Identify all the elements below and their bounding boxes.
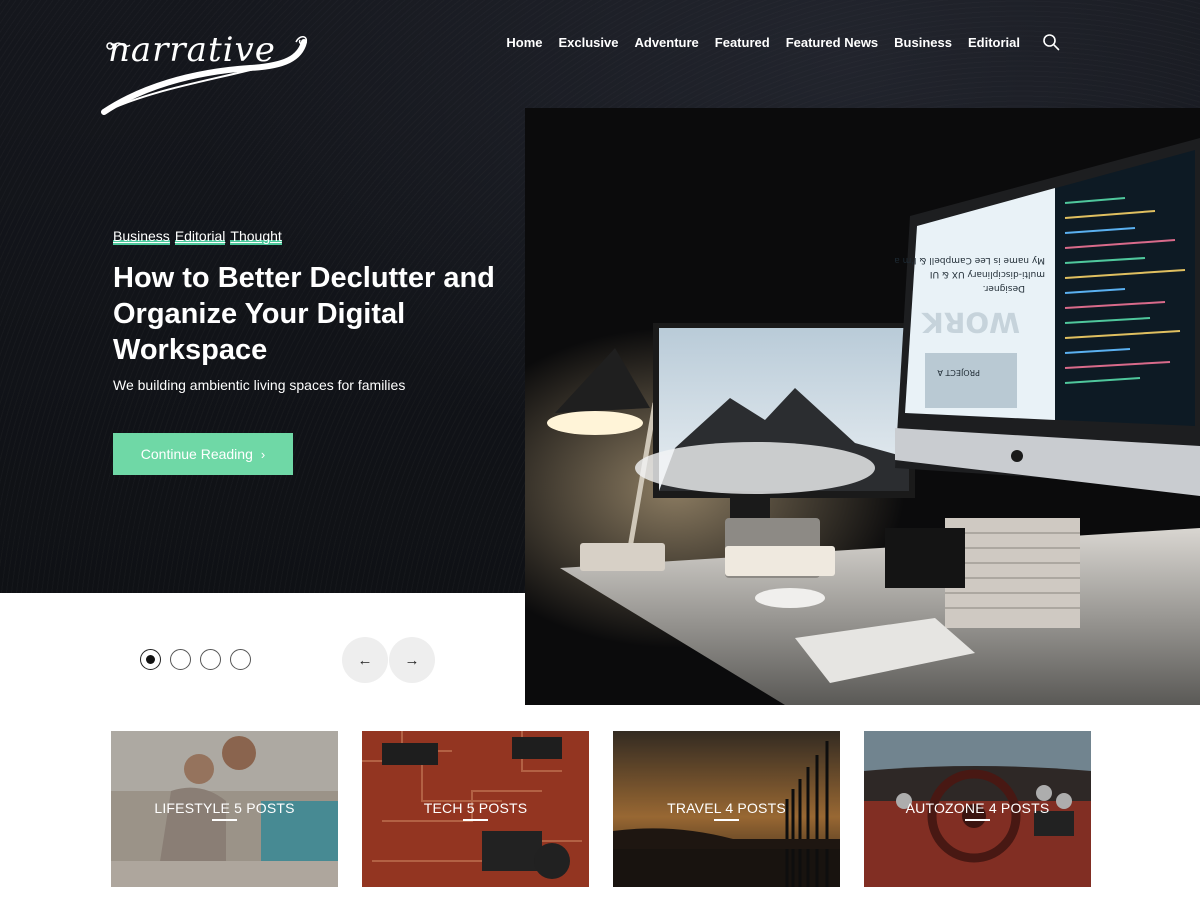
category-cards: LIFESTYLE 5 POSTS TECH 5 POSTS TRAVEL 4 …: [111, 731, 1091, 887]
monitor-text-line2: multi-disciplinary UX & UI: [930, 269, 1045, 279]
hero-image[interactable]: My name is Lee Campbell & I'm a multi-di…: [525, 108, 1200, 705]
slider-dot-3[interactable]: [200, 649, 221, 670]
chevron-right-icon: ›: [260, 446, 266, 462]
slider-next-button[interactable]: →: [389, 637, 435, 683]
nav-item-exclusive[interactable]: Exclusive: [558, 35, 618, 50]
nav-item-adventure[interactable]: Adventure: [634, 35, 698, 50]
desk-speaker: [885, 528, 965, 588]
hero-categories: Business Editorial Thought: [113, 228, 282, 245]
arrow-left-icon: ←: [357, 651, 373, 669]
category-card-tech[interactable]: TECH 5 POSTS: [362, 731, 589, 887]
monitor-text-line1: My name is Lee Campbell & I'm a: [894, 255, 1045, 265]
category-card-divider: [212, 819, 237, 821]
category-link-thought[interactable]: Thought: [230, 228, 282, 245]
monitor-text-project: PROJECT A: [937, 368, 980, 377]
slider-dot-2[interactable]: [170, 649, 191, 670]
category-card-label: LIFESTYLE 5 POSTS: [154, 800, 295, 816]
continue-reading-button[interactable]: Continue Reading ›: [113, 433, 293, 475]
category-link-editorial[interactable]: Editorial: [174, 228, 226, 245]
logo-wordmark: narrative: [108, 30, 276, 70]
main-nav: Home Exclusive Adventure Featured Featur…: [490, 33, 1060, 51]
search-icon[interactable]: [1042, 33, 1060, 51]
hero-title[interactable]: How to Better Declutter and Organize You…: [113, 260, 513, 368]
category-card-label: TRAVEL 4 POSTS: [667, 800, 786, 816]
monitor-text-line3: Designer.: [983, 283, 1025, 293]
monitor-text-big: WORK: [921, 306, 1020, 339]
category-card-divider: [714, 819, 739, 821]
category-card-travel[interactable]: TRAVEL 4 POSTS: [613, 731, 840, 887]
site-logo[interactable]: narrative: [100, 28, 315, 118]
category-card-label: AUTOZONE 4 POSTS: [905, 800, 1050, 816]
category-card-label: TECH 5 POSTS: [423, 800, 528, 816]
slider-dot-1[interactable]: [140, 649, 161, 670]
category-card-divider: [965, 819, 990, 821]
nav-item-business[interactable]: Business: [894, 35, 952, 50]
category-card-divider: [463, 819, 488, 821]
desk-mouse: [755, 588, 825, 608]
category-card-lifestyle[interactable]: LIFESTYLE 5 POSTS: [111, 731, 338, 887]
category-card-autozone[interactable]: AUTOZONE 4 POSTS: [864, 731, 1091, 887]
nav-item-featured-news[interactable]: Featured News: [786, 35, 878, 50]
arrow-right-icon: →: [404, 651, 420, 669]
nav-item-editorial[interactable]: Editorial: [968, 35, 1020, 50]
slider-dots: [140, 649, 251, 670]
desk-tray: [725, 546, 835, 576]
book-stack: [945, 518, 1080, 628]
hero-subtitle: We building ambientic living spaces for …: [113, 377, 406, 393]
slider-prev-button[interactable]: ←: [342, 637, 388, 683]
continue-reading-label: Continue Reading: [140, 446, 253, 462]
nav-item-home[interactable]: Home: [506, 35, 542, 50]
category-link-business[interactable]: Business: [113, 228, 170, 245]
nav-item-featured[interactable]: Featured: [715, 35, 770, 50]
slider-dot-4[interactable]: [230, 649, 251, 670]
